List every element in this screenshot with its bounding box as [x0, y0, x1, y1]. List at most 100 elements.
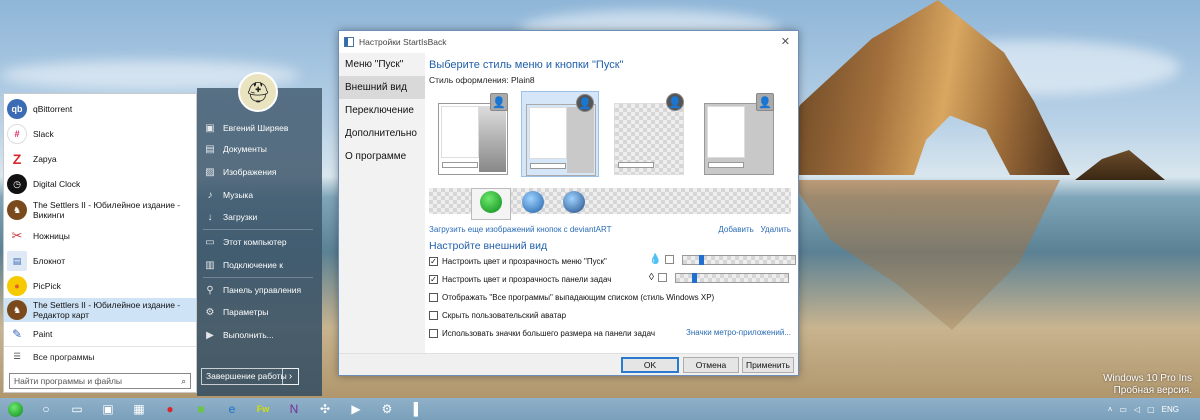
opera-icon[interactable]: ● [159, 400, 181, 418]
style-option-1[interactable]: 👤 [434, 91, 512, 177]
nav-start-menu[interactable]: Меню "Пуск" [339, 53, 425, 76]
slider-thumb[interactable] [699, 254, 705, 265]
edge-icon[interactable]: e [221, 400, 243, 418]
program-item-digital-clock[interactable]: ◷ Digital Clock [4, 172, 196, 196]
program-item-notepad[interactable]: ▤ Блокнот [4, 249, 196, 273]
program-item-settlers-editor[interactable]: ♞ The Settlers II - Юбилейное издание - … [4, 298, 196, 322]
remove-link[interactable]: Удалить [760, 225, 791, 234]
search-icon[interactable]: ○ [35, 400, 57, 418]
search-icon: ⌕ [181, 376, 186, 386]
music-icon: ♪ [207, 189, 213, 201]
program-item-qbittorrent[interactable]: qb qBittorrent [4, 97, 196, 121]
checkbox[interactable] [429, 328, 438, 338]
metro-icons-link[interactable]: Значки метро-приложений... [686, 328, 791, 337]
picpick-icon: ● [7, 276, 27, 296]
transparency-slider[interactable] [674, 272, 789, 283]
checkbox[interactable] [429, 310, 438, 320]
close-icon[interactable]: ✕ [781, 35, 790, 48]
apply-button[interactable]: Применить [742, 357, 794, 373]
documents-icon: ▤ [205, 143, 215, 155]
windows-orb-icon[interactable] [563, 191, 585, 213]
up-arrow-icon[interactable]: ˄ [1108, 405, 1113, 414]
ok-button[interactable]: OK [621, 357, 679, 373]
place-label: Выполнить... [223, 330, 274, 340]
start-orb-icon[interactable] [4, 400, 26, 418]
qbittorrent-icon: qb [7, 99, 27, 119]
color-swatch[interactable] [657, 273, 667, 282]
checkbox-checked[interactable]: ✓ [429, 256, 438, 266]
app-icon[interactable]: ▌ [407, 400, 429, 418]
option-hide-avatar[interactable]: Скрыть пользовательский аватар [429, 307, 791, 323]
color-swatch[interactable] [665, 255, 675, 264]
program-label: qBittorrent [33, 104, 73, 114]
network-icon[interactable]: ▭ [1119, 405, 1127, 414]
style-option-2[interactable]: 👤 [521, 91, 599, 177]
option-large-icons[interactable]: Использовать значки большего размера на … [429, 325, 791, 341]
search-placeholder: Найти программы и файлы [14, 376, 123, 386]
program-item-paint[interactable]: ✎ Paint [4, 322, 196, 346]
place-this-pc[interactable]: ▭ Этот компьютер [203, 232, 319, 252]
fireworks-icon[interactable]: Fw [252, 400, 274, 418]
puzzle-icon[interactable]: ✣ [314, 400, 336, 418]
notification-icon[interactable]: ▢ [1147, 405, 1155, 414]
onenote-icon[interactable]: N [283, 400, 305, 418]
media-icon[interactable]: ▶ [345, 400, 367, 418]
section-heading: Выберите стиль меню и кнопки "Пуск" [429, 59, 624, 71]
settings-icon[interactable]: ⚙ [376, 400, 398, 418]
nav-switching[interactable]: Переключение [339, 99, 425, 122]
volume-icon[interactable]: ◁ [1134, 405, 1140, 414]
cancel-button[interactable]: Отмена [683, 357, 739, 373]
program-item-slack[interactable]: # Slack [4, 122, 196, 146]
rock-arch [770, 0, 1070, 175]
store-icon[interactable]: ▦ [128, 400, 150, 418]
color-controls: ◊ [649, 272, 789, 283]
checkbox[interactable] [429, 292, 438, 302]
style-preview [704, 103, 774, 175]
program-item-scissors[interactable]: ✂ Ножницы [4, 224, 196, 248]
explorer-icon[interactable]: ▣ [97, 400, 119, 418]
option-taskbar-color[interactable]: ✓ Настроить цвет и прозрачность панели з… [429, 271, 791, 287]
option-startmenu-color[interactable]: ✓ Настроить цвет и прозрачность меню "Пу… [429, 253, 797, 269]
nav-advanced[interactable]: Дополнительно [339, 122, 425, 145]
transparency-slider[interactable] [682, 254, 797, 265]
task-view-icon[interactable]: ▭ [66, 400, 88, 418]
gallery-links: Загрузить еще изображений кнопок с devia… [429, 225, 791, 234]
style-option-4[interactable]: 👤 [700, 91, 778, 177]
feed-icon[interactable]: ■ [190, 400, 212, 418]
nav-about[interactable]: О программе [339, 145, 425, 168]
program-item-zapya[interactable]: Z Zapya [4, 147, 196, 171]
place-pictures[interactable]: ▨ Изображения [203, 162, 319, 182]
place-connect[interactable]: ▥ Подключение к [203, 255, 319, 275]
place-settings[interactable]: ⚙ Параметры [203, 302, 319, 322]
search-input[interactable]: Найти программы и файлы ⌕ [9, 373, 191, 389]
program-label: Блокнот [33, 256, 66, 266]
place-control-panel[interactable]: ⚲ Панель управления [203, 280, 319, 300]
download-more-link[interactable]: Загрузить еще изображений кнопок с devia… [429, 225, 611, 234]
add-link[interactable]: Добавить [718, 225, 753, 234]
option-xp-style[interactable]: Отображать "Все программы" выпадающим сп… [429, 289, 791, 305]
place-music[interactable]: ♪ Музыка [203, 185, 319, 205]
dialog-nav: Меню "Пуск" Внешний вид Переключение Доп… [339, 53, 425, 355]
settlers-icon: ♞ [7, 200, 27, 220]
place-downloads[interactable]: ↓ Загрузки [203, 207, 319, 227]
place-run[interactable]: ▶ Выполнить... [203, 325, 319, 345]
program-item-picpick[interactable]: ● PicPick [4, 274, 196, 298]
green-orb-icon[interactable] [480, 191, 502, 213]
place-documents[interactable]: ▤ Документы [203, 139, 319, 159]
nav-appearance[interactable]: Внешний вид [339, 76, 425, 99]
language-indicator[interactable]: ENG [1162, 405, 1179, 414]
place-user[interactable]: ▣ Евгений Ширяев [203, 118, 319, 138]
style-option-3[interactable]: 👤 [610, 91, 688, 177]
dialog-titlebar[interactable]: Настройки StartIsBack ✕ [339, 31, 798, 53]
checkbox-checked[interactable]: ✓ [429, 274, 438, 284]
style-gallery: 👤 👤 👤 👤 [434, 91, 792, 177]
user-avatar[interactable]: ⛑ [238, 72, 278, 112]
windows7-orb-icon[interactable] [522, 191, 544, 213]
program-label: The Settlers II - Юбилейное издание - Ви… [33, 200, 181, 220]
program-item-settlers-vikings[interactable]: ♞ The Settlers II - Юбилейное издание - … [4, 197, 196, 223]
program-label: Zapya [33, 154, 57, 164]
shutdown-options-button[interactable]: › [282, 368, 299, 385]
slider-thumb[interactable] [691, 272, 697, 283]
all-programs-button[interactable]: ☰ Все программы [4, 346, 196, 366]
clock[interactable] [1187, 405, 1194, 414]
